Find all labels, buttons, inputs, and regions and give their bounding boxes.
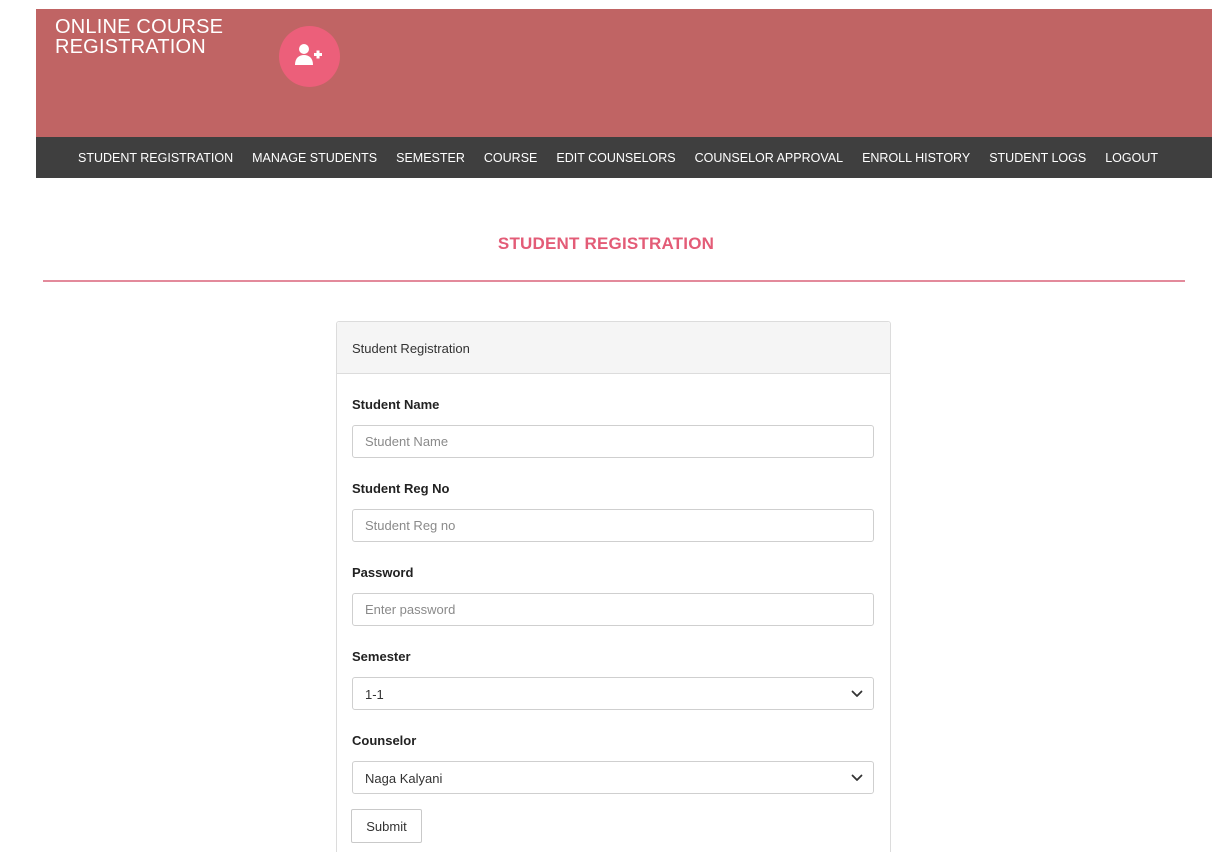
password-input[interactable] — [352, 593, 874, 626]
nav-item-enroll-history[interactable]: ENROLL HISTORY — [862, 151, 970, 165]
nav-item-counselor-approval[interactable]: COUNSELOR APPROVAL — [695, 151, 843, 165]
nav-item-student-logs[interactable]: STUDENT LOGS — [989, 151, 1086, 165]
nav-item-semester[interactable]: SEMESTER — [396, 151, 465, 165]
header-band: ONLINE COURSE REGISTRATION — [36, 9, 1212, 137]
student-reg-no-input[interactable] — [352, 509, 874, 542]
panel-title: Student Registration — [352, 341, 470, 356]
brand-title-line-1: ONLINE COURSE — [55, 16, 224, 38]
nav-item-manage-students[interactable]: MANAGE STUDENTS — [252, 151, 377, 165]
student-reg-no-label: Student Reg No — [352, 481, 450, 496]
registration-panel: Student Registration Student Name Studen… — [336, 321, 891, 852]
nav-list: STUDENT REGISTRATION MANAGE STUDENTS SEM… — [78, 137, 1177, 178]
counselor-select[interactable]: Naga Kalyani — [352, 761, 874, 794]
logo-badge — [279, 26, 340, 87]
title-divider — [43, 280, 1185, 282]
student-name-input[interactable] — [352, 425, 874, 458]
brand-title[interactable]: ONLINE COURSE REGISTRATION — [55, 17, 275, 57]
counselor-label: Counselor — [352, 733, 417, 748]
submit-button[interactable]: Submit — [351, 809, 422, 843]
nav-item-course[interactable]: COURSE — [484, 151, 537, 165]
site-header: ONLINE COURSE REGISTRATION — [0, 0, 1212, 137]
nav-item-logout[interactable]: LOGOUT — [1105, 151, 1158, 165]
counselor-selected-value: Naga Kalyani — [365, 771, 443, 786]
page: ONLINE COURSE REGISTRATION STUDENT REGIS… — [0, 0, 1212, 852]
password-label: Password — [352, 565, 414, 580]
brand-title-line-2: REGISTRATION — [55, 36, 206, 58]
main-navbar: STUDENT REGISTRATION MANAGE STUDENTS SEM… — [36, 137, 1212, 178]
nav-item-edit-counselors[interactable]: EDIT COUNSELORS — [556, 151, 675, 165]
chevron-down-icon — [851, 690, 863, 697]
semester-label: Semester — [352, 649, 411, 664]
page-title: STUDENT REGISTRATION — [497, 234, 715, 253]
semester-selected-value: 1-1 — [365, 687, 384, 702]
student-name-label: Student Name — [352, 397, 440, 412]
panel-header: Student Registration — [337, 322, 890, 374]
nav-item-student-registration[interactable]: STUDENT REGISTRATION — [78, 151, 233, 165]
chevron-down-icon — [851, 774, 863, 781]
semester-select[interactable]: 1-1 — [352, 677, 874, 710]
user-plus-icon — [295, 44, 322, 65]
